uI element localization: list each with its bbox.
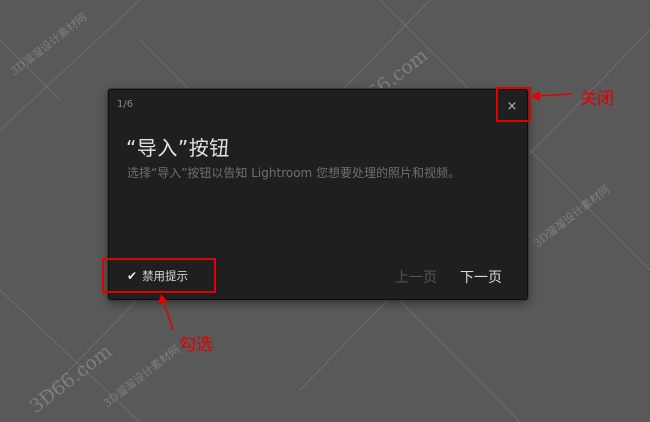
prev-page-button[interactable]: 上一页 xyxy=(395,267,437,287)
next-page-button[interactable]: 下一页 xyxy=(460,267,502,287)
tip-title: “导入”按钮 xyxy=(126,136,230,160)
close-arrow xyxy=(531,91,573,101)
tip-counter: 1/6 xyxy=(117,99,134,110)
check-annotation-label: 勾选 xyxy=(179,335,213,355)
checkbox-highlight-box xyxy=(102,258,216,293)
watermark-site-3: 3D66.com xyxy=(25,340,117,418)
watermark-cn-1: 3D溜溜设计素材网 xyxy=(8,10,90,79)
watermark-cn-2: 3D溜溜设计素材网 xyxy=(531,182,613,251)
close-annotation-label: 关闭 xyxy=(580,89,614,109)
tip-description: 选择“导入”按钮以告知 Lightroom 您想要处理的照片和视频。 xyxy=(127,166,461,180)
close-highlight-box xyxy=(496,87,531,122)
watermark-cn-3: 3D溜溜设计素材网 xyxy=(101,342,183,411)
